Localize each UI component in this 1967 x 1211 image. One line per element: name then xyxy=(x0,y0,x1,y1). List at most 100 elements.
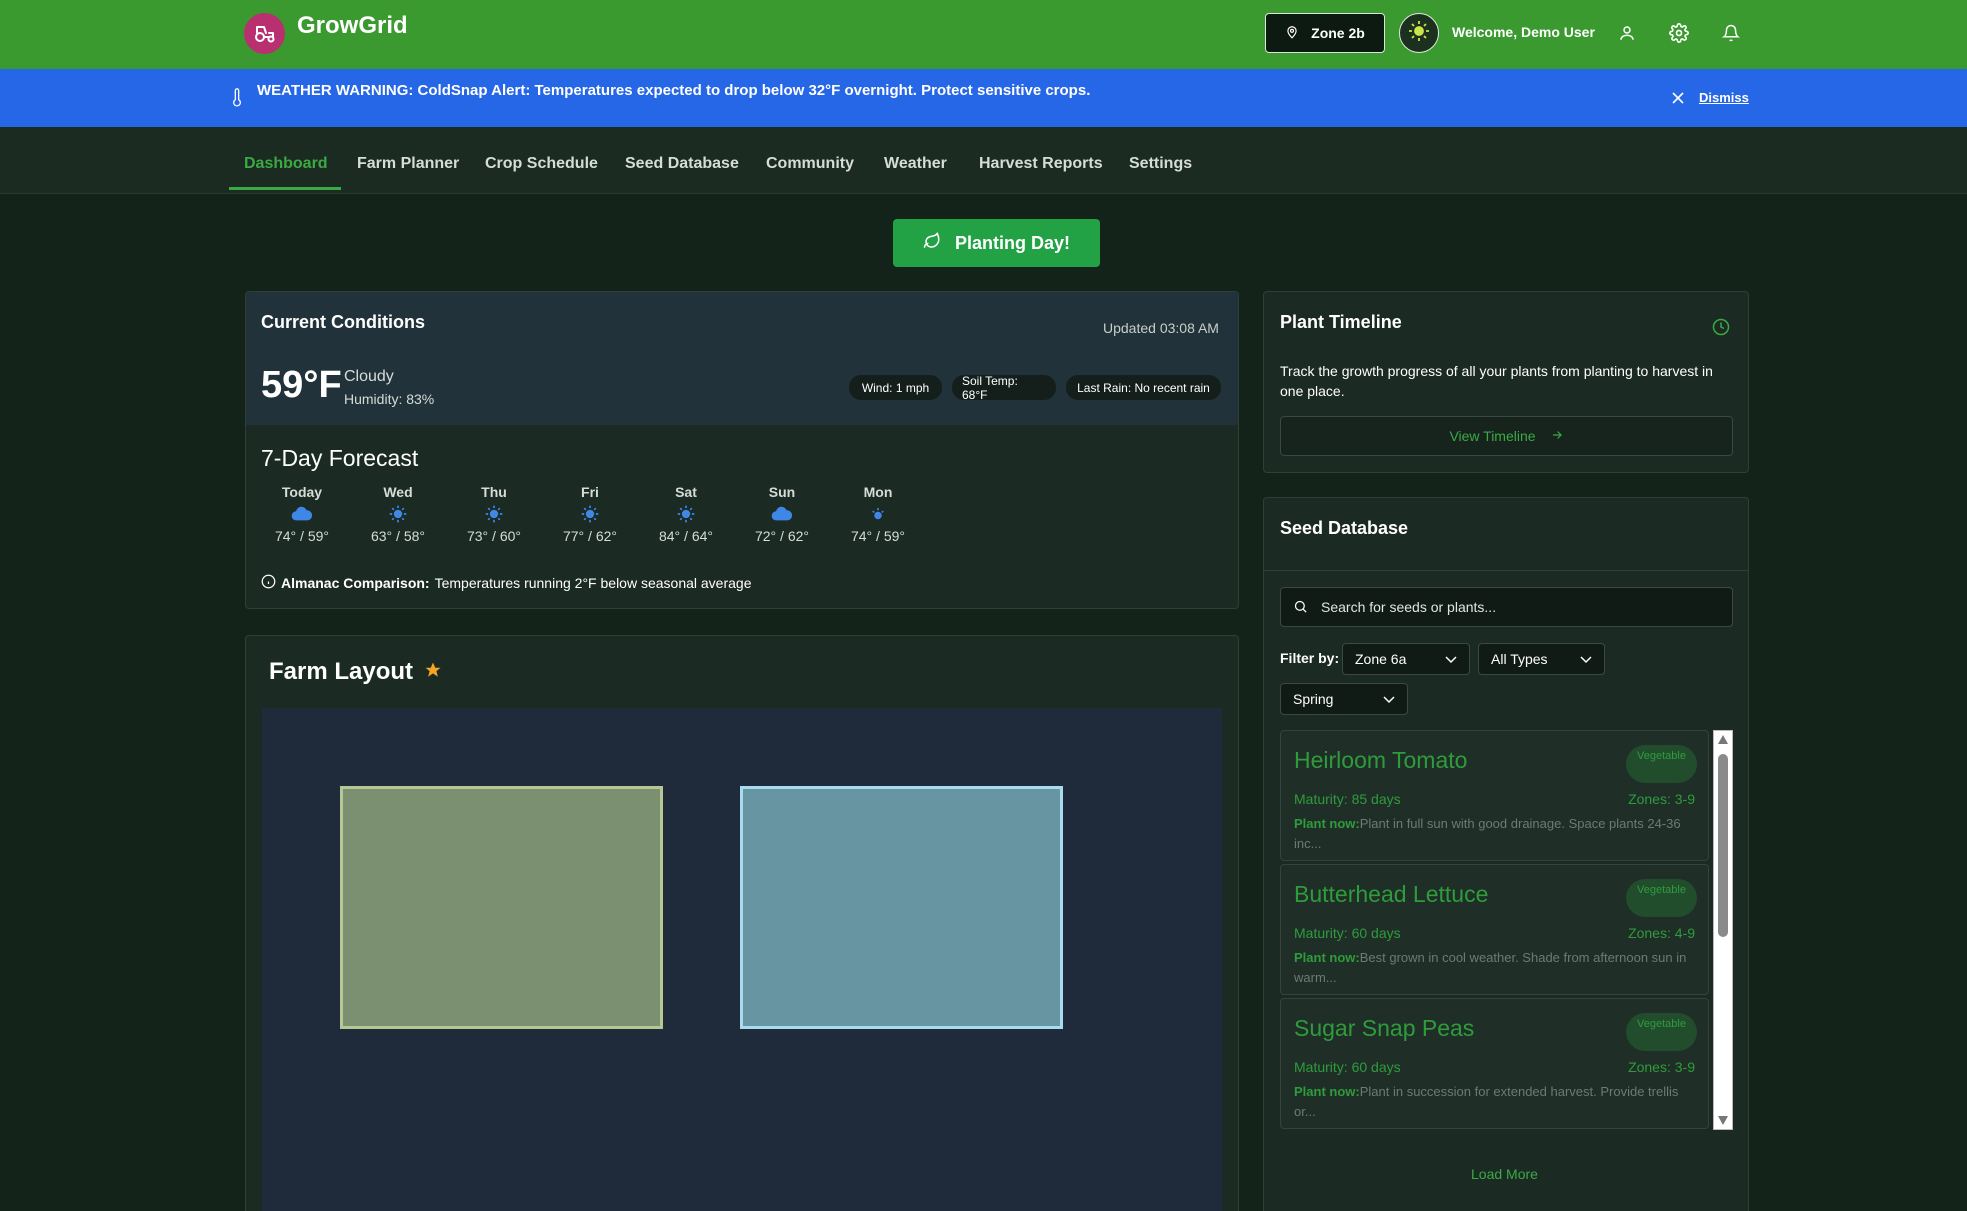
seed-search-box xyxy=(1280,587,1733,627)
sun-icon xyxy=(454,500,534,528)
bell-icon[interactable] xyxy=(1719,21,1743,45)
zone-label: Zone 2b xyxy=(1311,25,1365,41)
user-icon[interactable] xyxy=(1615,21,1639,45)
scroll-down-icon[interactable] xyxy=(1718,1116,1728,1125)
tab-farm-planner[interactable]: Farm Planner xyxy=(357,155,459,173)
current-condition: Cloudy xyxy=(344,368,394,385)
season-filter-value: Spring xyxy=(1293,691,1334,707)
garden-bed[interactable] xyxy=(340,786,663,1029)
almanac-comparison: Almanac Comparison: Temperatures running… xyxy=(261,574,752,592)
planting-day-button[interactable]: Planting Day! xyxy=(893,219,1100,267)
forecast-day-temps: 77° / 62° xyxy=(562,528,617,544)
seed-type-badge: Vegetable xyxy=(1626,879,1697,917)
current-temperature: 59°F xyxy=(261,364,342,406)
farm-layout-title-text: Farm Layout xyxy=(269,658,414,685)
arrow-right-icon xyxy=(1550,428,1564,445)
tab-weather[interactable]: Weather xyxy=(884,155,947,173)
forecast-title: 7-Day Forecast xyxy=(261,445,419,471)
seed-name: Butterhead Lettuce xyxy=(1294,881,1489,907)
scroll-up-icon[interactable] xyxy=(1718,735,1728,744)
tab-dashboard[interactable]: Dashboard xyxy=(244,155,328,173)
forecast-day-temps: 72° / 62° xyxy=(754,528,809,544)
forecast-day: Fri 77° / 62° xyxy=(550,484,630,544)
cloud-icon xyxy=(742,500,822,528)
star-icon[interactable] xyxy=(420,658,442,685)
forecast-day-temps: 74° / 59° xyxy=(850,528,905,544)
plant-timeline-description: Track the growth progress of all your pl… xyxy=(1280,363,1713,399)
chevron-down-icon xyxy=(1445,651,1457,667)
seed-search-input[interactable] xyxy=(1321,588,1721,626)
tab-seed-database[interactable]: Seed Database xyxy=(625,155,739,173)
garden-bed[interactable] xyxy=(740,786,1063,1029)
forecast-day-temps: 74° / 59° xyxy=(274,528,329,544)
info-icon xyxy=(261,574,276,592)
forecast-day-name: Thu xyxy=(481,484,507,500)
zone-button[interactable]: Zone 2b xyxy=(1265,13,1385,53)
sun-icon xyxy=(646,500,726,528)
season-filter-select[interactable]: Spring xyxy=(1280,683,1408,715)
load-more-button[interactable]: Load More xyxy=(1471,1166,1538,1182)
plant-now-label: Plant now: xyxy=(1294,950,1360,965)
brand-name[interactable]: GrowGrid xyxy=(297,12,408,40)
chevron-down-icon xyxy=(1580,651,1592,667)
plant-now-label: Plant now: xyxy=(1294,816,1360,831)
filter-label: Filter by: xyxy=(1280,650,1340,666)
tractor-logo-icon[interactable] xyxy=(244,13,285,54)
seed-zones: Zones: 4-9 xyxy=(1628,925,1695,941)
active-tab-indicator xyxy=(229,187,341,190)
view-timeline-label: View Timeline xyxy=(1449,428,1536,444)
chevron-down-icon xyxy=(1383,691,1395,707)
seed-name: Heirloom Tomato xyxy=(1294,747,1468,773)
forecast-day: Today 74° / 59° xyxy=(262,484,342,544)
seed-zones: Zones: 3-9 xyxy=(1628,791,1695,807)
welcome-text: Welcome, Demo User xyxy=(1452,24,1595,40)
forecast-day: Sun 72° / 62° xyxy=(742,484,822,544)
seed-name: Sugar Snap Peas xyxy=(1294,1015,1475,1041)
seed-card[interactable]: Butterhead Lettuce Vegetable Maturity: 6… xyxy=(1280,864,1709,995)
seed-maturity: Maturity: 85 days xyxy=(1294,791,1401,807)
seed-card[interactable]: Sugar Snap Peas Vegetable Maturity: 60 d… xyxy=(1280,998,1709,1129)
last-rain-badge: Last Rain: No recent rain xyxy=(1066,375,1221,400)
partly-sunny-icon xyxy=(838,500,918,528)
type-filter-value: All Types xyxy=(1491,651,1548,667)
seed-maturity: Maturity: 60 days xyxy=(1294,925,1401,941)
theme-toggle-button[interactable] xyxy=(1399,13,1439,53)
seed-database-title: Seed Database xyxy=(1280,518,1409,538)
seed-list[interactable]: Heirloom Tomato Vegetable Maturity: 85 d… xyxy=(1280,730,1733,1130)
seed-plant-note: Plant now:Plant in full sun with good dr… xyxy=(1294,814,1694,854)
seed-type-badge: Vegetable xyxy=(1626,745,1697,783)
alert-label: WEATHER WARNING: xyxy=(257,82,414,99)
humidity: Humidity: 83% xyxy=(344,391,435,407)
seed-list-scrollbar[interactable] xyxy=(1713,730,1733,1130)
seed-plant-note: Plant now:Best grown in cool weather. Sh… xyxy=(1294,948,1694,988)
close-icon[interactable] xyxy=(1672,91,1684,109)
type-filter-select[interactable]: All Types xyxy=(1478,643,1605,675)
scrollbar-thumb[interactable] xyxy=(1718,754,1728,937)
forecast-day-temps: 63° / 58° xyxy=(370,528,425,544)
divider xyxy=(1264,570,1748,571)
seed-plant-note: Plant now:Plant in succession for extend… xyxy=(1294,1082,1694,1122)
tab-crop-schedule[interactable]: Crop Schedule xyxy=(485,155,598,173)
cloud-icon xyxy=(262,500,342,528)
forecast-day-name: Mon xyxy=(863,484,893,500)
planting-day-label: Planting Day! xyxy=(954,232,1070,253)
sun-icon xyxy=(358,500,438,528)
forecast-day: Sat 84° / 64° xyxy=(646,484,726,544)
seed-zones: Zones: 3-9 xyxy=(1628,1059,1695,1075)
view-timeline-button[interactable]: View Timeline xyxy=(1280,416,1733,456)
thermometer-icon xyxy=(231,88,243,113)
seed-card[interactable]: Heirloom Tomato Vegetable Maturity: 85 d… xyxy=(1280,730,1709,861)
tab-harvest-reports[interactable]: Harvest Reports xyxy=(979,155,1103,173)
alert-message: WEATHER WARNING: ColdSnap Alert: Tempera… xyxy=(257,82,1090,99)
wind-badge: Wind: 1 mph xyxy=(849,375,942,400)
tab-settings[interactable]: Settings xyxy=(1129,155,1192,173)
zone-filter-select[interactable]: Zone 6a xyxy=(1342,643,1470,675)
zone-filter-value: Zone 6a xyxy=(1355,651,1407,667)
conditions-title: Current Conditions xyxy=(261,312,425,332)
tab-community[interactable]: Community xyxy=(766,155,854,173)
forecast-day-temps: 73° / 60° xyxy=(466,528,521,544)
dismiss-link[interactable]: Dismiss xyxy=(1699,90,1749,105)
gear-icon[interactable] xyxy=(1667,21,1691,45)
search-icon xyxy=(1293,599,1308,619)
clock-icon xyxy=(1712,318,1730,341)
